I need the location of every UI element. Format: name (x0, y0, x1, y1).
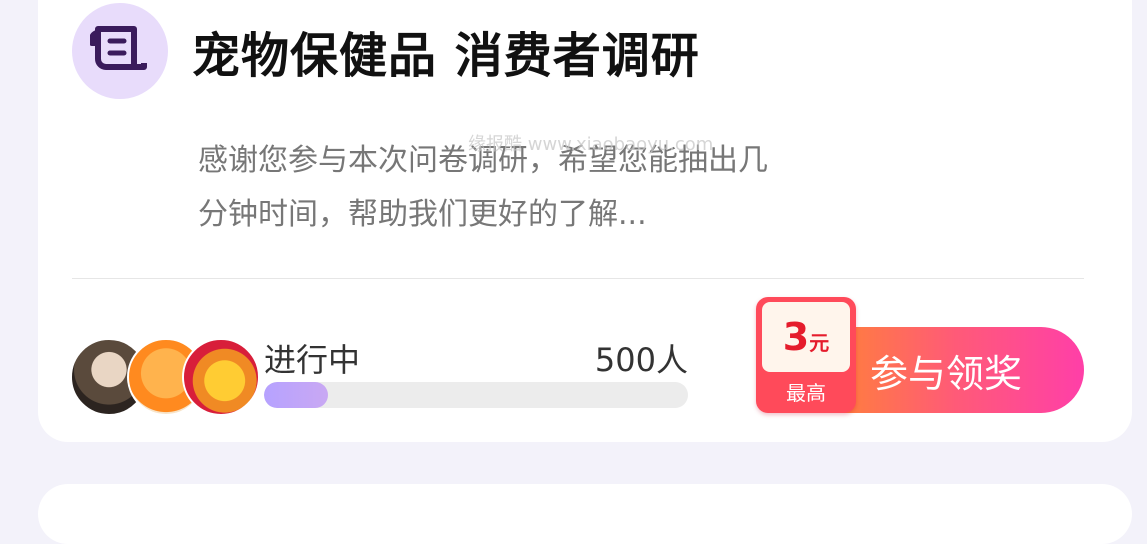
participant-count: 500人 (594, 341, 688, 379)
survey-icon-badge (72, 3, 168, 99)
scroll-icon (90, 26, 147, 70)
survey-title: 宠物保健品 消费者调研 (192, 28, 700, 84)
reward-badge: 3元 最高 (756, 297, 856, 413)
avatar (182, 338, 260, 416)
next-survey-card[interactable] (38, 484, 1132, 544)
progress-bar (264, 382, 688, 408)
reward-label: 最高 (786, 381, 826, 405)
watermark: 缘报酷 www.xiaobaoyu.com (468, 134, 714, 155)
reward-unit: 元 (809, 331, 830, 355)
status-text: 进行中 (264, 341, 361, 379)
reward-amount: 3 (782, 315, 810, 359)
reward-amount-box: 3元 (762, 302, 850, 372)
join-button-label: 参与领奖 (870, 352, 1023, 396)
progress-bar-fill (264, 382, 328, 408)
divider (72, 278, 1084, 279)
